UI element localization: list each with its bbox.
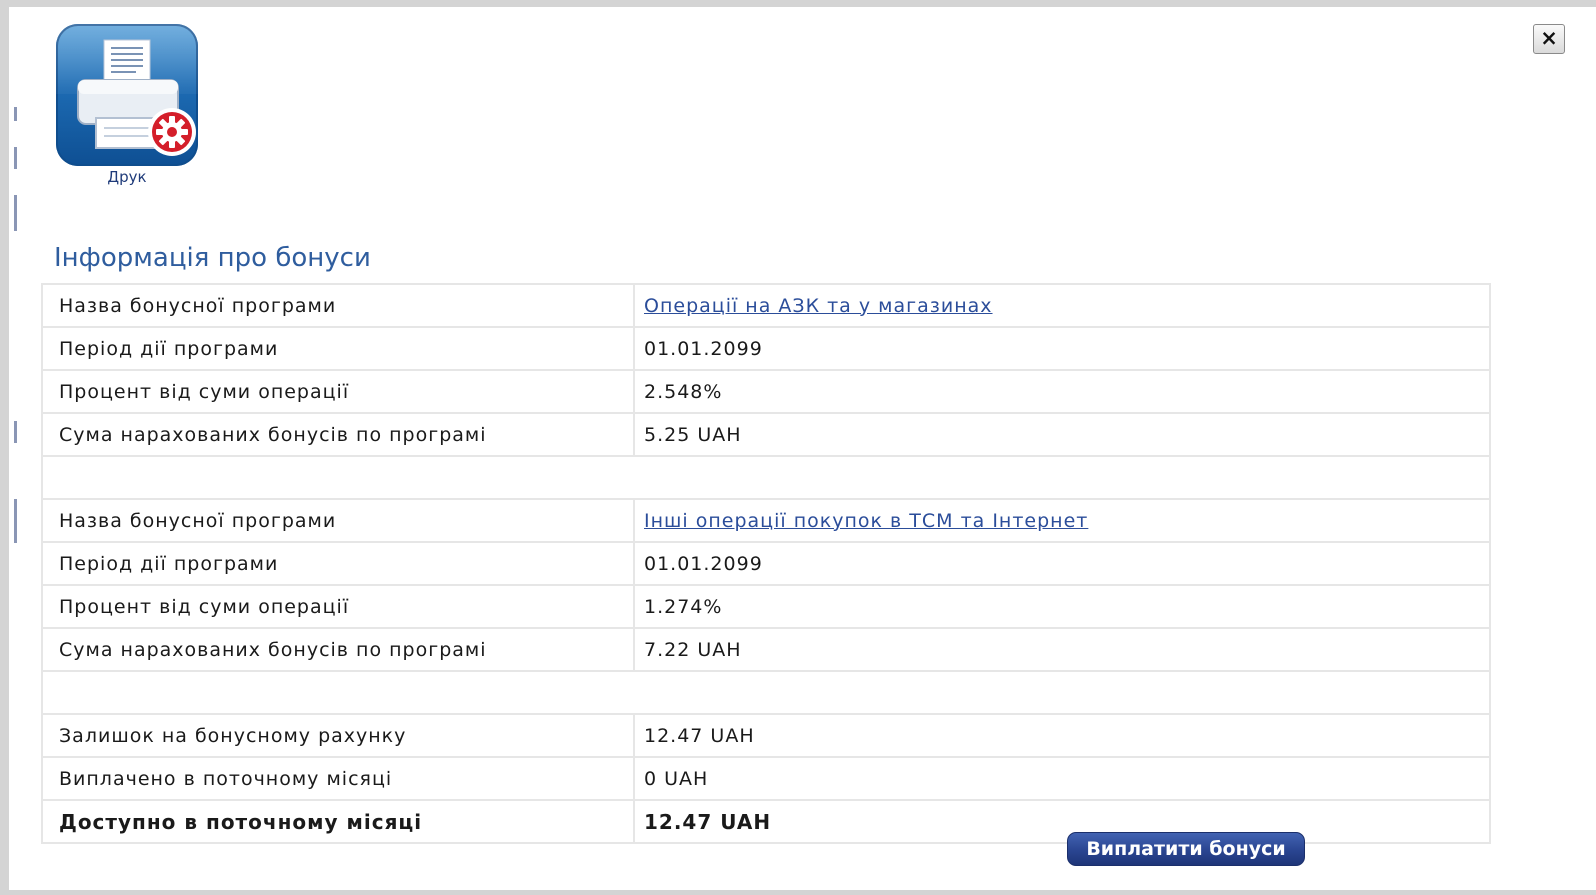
row-label: Залишок на бонусному рахунку (41, 713, 635, 758)
table-row: Сума нарахованих бонусів по програмі 7.2… (41, 627, 1491, 672)
pay-bonuses-button[interactable]: Виплатити бонуси (1067, 832, 1305, 866)
program-link[interactable]: Інші операції покупок в ТСМ та Інтернет (644, 510, 1088, 532)
table-row: Залишок на бонусному рахунку 12.47 UAH (41, 713, 1491, 758)
background-edge-mark (14, 107, 17, 121)
table-row: Період дії програми 01.01.2099 (41, 541, 1491, 586)
row-label: Назва бонусної програми (41, 498, 635, 543)
print-button[interactable]: Друк (56, 24, 202, 186)
row-label: Сума нарахованих бонусів по програмі (41, 627, 635, 672)
row-label: Процент від суми операції (41, 584, 635, 629)
row-value: 7.22 UAH (633, 627, 1491, 672)
program-link[interactable]: Операції на АЗК та у магазинах (644, 295, 993, 317)
table-row: Процент від суми операції 1.274% (41, 584, 1491, 629)
row-value: 01.01.2099 (633, 326, 1491, 371)
row-label: Виплачено в поточному місяці (41, 756, 635, 801)
row-value: 0 UAH (633, 756, 1491, 801)
close-button[interactable]: × (1533, 24, 1565, 54)
background-edge-mark (14, 195, 17, 231)
row-value: 5.25 UAH (633, 412, 1491, 457)
row-label: Доступно в поточному місяці (41, 799, 635, 844)
background-edge-mark (14, 147, 17, 169)
row-label: Процент від суми операції (41, 369, 635, 414)
row-label: Період дії програми (41, 541, 635, 586)
row-value: Операції на АЗК та у магазинах (633, 283, 1491, 328)
row-label: Період дії програми (41, 326, 635, 371)
table-row: Назва бонусної програми Інші операції по… (41, 498, 1491, 543)
table-row: Назва бонусної програми Операції на АЗК … (41, 283, 1491, 328)
row-label: Назва бонусної програми (41, 283, 635, 328)
row-value: 2.548% (633, 369, 1491, 414)
row-value: 1.274% (633, 584, 1491, 629)
table-row: Процент від суми операції 2.548% (41, 369, 1491, 414)
table-row: Виплачено в поточному місяці 0 UAH (41, 756, 1491, 801)
row-value: 12.47 UAH (633, 713, 1491, 758)
row-value: 12.47 UAH (633, 799, 1491, 844)
table-spacer-row (41, 670, 1491, 715)
section-title: Інформація про бонуси (54, 243, 371, 273)
close-icon: × (1540, 26, 1558, 50)
row-value: 01.01.2099 (633, 541, 1491, 586)
table-row: Сума нарахованих бонусів по програмі 5.2… (41, 412, 1491, 457)
row-label: Сума нарахованих бонусів по програмі (41, 412, 635, 457)
bonus-info-table: Назва бонусної програми Операції на АЗК … (41, 283, 1491, 844)
background-edge-mark (14, 499, 17, 543)
row-value: Інші операції покупок в ТСМ та Інтернет (633, 498, 1491, 543)
printer-settings-icon (56, 24, 198, 166)
table-row: Період дії програми 01.01.2099 (41, 326, 1491, 371)
background-edge-mark (14, 421, 17, 443)
table-spacer-row (41, 455, 1491, 500)
print-label: Друк (107, 168, 147, 186)
